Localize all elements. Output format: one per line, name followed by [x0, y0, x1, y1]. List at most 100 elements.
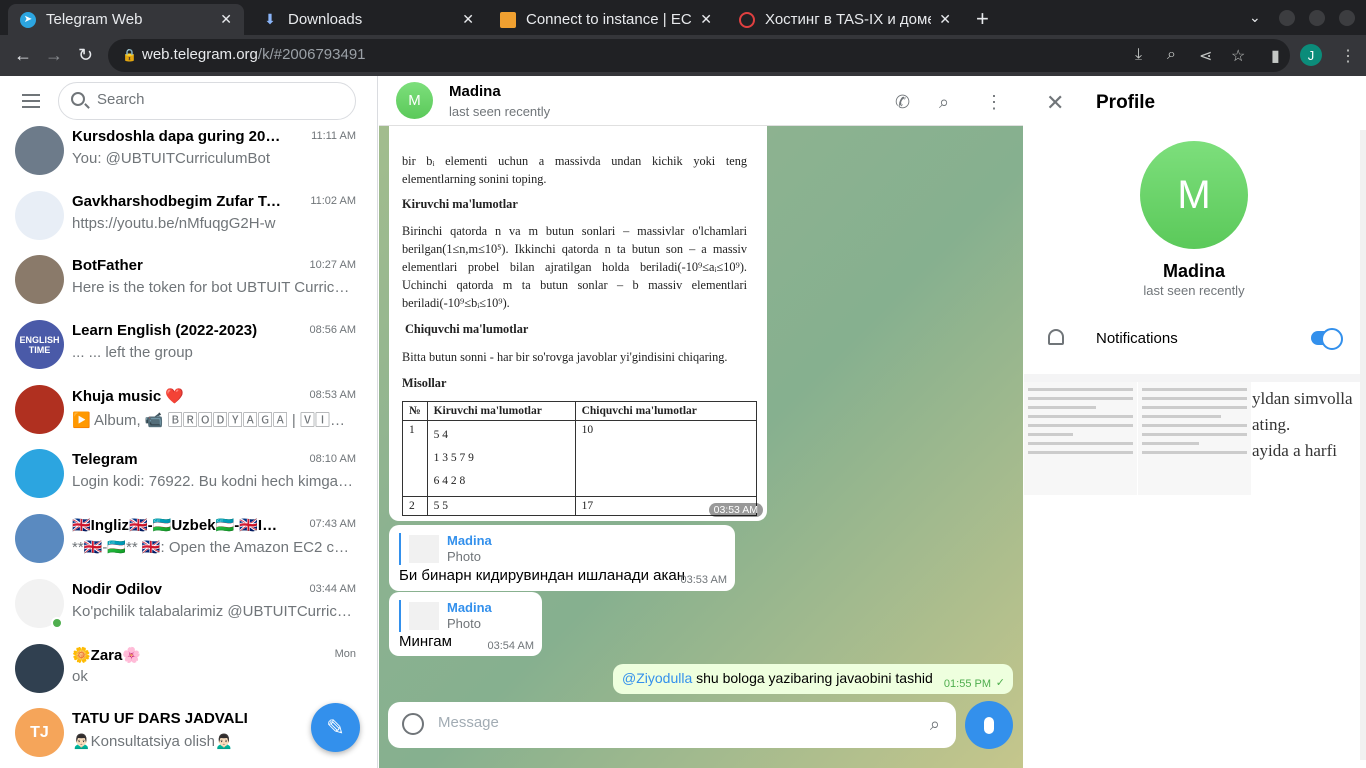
reply-preview[interactable]: Madina Photo: [399, 533, 492, 565]
profile-panel: ✕ Profile M Madina last seen recently No…: [1024, 76, 1366, 768]
chat-status: last seen recently: [449, 104, 551, 119]
window-close-button[interactable]: [1339, 10, 1355, 26]
chat-list-item[interactable]: 🌼Zara🌸 Mon ok: [0, 638, 377, 703]
forward-icon[interactable]: →: [45, 45, 63, 66]
chat-list-item[interactable]: 🇬🇧Ingliz🇬🇧-🇺🇿Uzbek🇺🇿-🇬🇧Ingliz... 07:43 AM…: [0, 508, 377, 573]
attach-icon[interactable]: ⌕: [930, 714, 940, 735]
reply-text: Photo: [447, 549, 481, 564]
chat-header[interactable]: M Madina last seen recently ✆ ⌕ ⋮: [379, 76, 1023, 126]
tab-telegram-web[interactable]: ➤ Telegram Web ✕: [8, 4, 244, 35]
chat-avatar[interactable]: [15, 514, 64, 564]
window-minimize-button[interactable]: [1279, 10, 1295, 26]
input-line: 5 4: [433, 429, 448, 441]
new-message-button[interactable]: ✎: [311, 703, 360, 752]
media-thumbnail[interactable]: [1138, 382, 1251, 495]
install-app-icon[interactable]: ⤓: [1135, 46, 1142, 64]
search-box[interactable]: [58, 82, 356, 120]
incoming-message[interactable]: Madina Photo Би бинарн кидирувиндан ишла…: [389, 525, 735, 591]
side-panel-icon[interactable]: ▮: [1271, 46, 1280, 66]
chat-avatar[interactable]: [15, 190, 64, 240]
emoji-icon[interactable]: [402, 713, 424, 735]
close-tab-icon[interactable]: ✕: [462, 11, 474, 28]
url-text[interactable]: web.telegram.org/k/#2006793491: [142, 46, 366, 63]
new-tab-button[interactable]: +: [976, 6, 989, 32]
search-input[interactable]: [97, 91, 337, 108]
chat-last-message: You: @UBTUITCurriculumBot: [72, 150, 271, 167]
message-input[interactable]: [438, 714, 898, 731]
microphone-icon: [984, 716, 994, 734]
chat-list-item[interactable]: Khuja music ❤️ 08:53 AM ▶️ Album, 📹 🄱🅁🄾🄳🅈🄰…: [0, 379, 377, 444]
chat-avatar[interactable]: M: [396, 82, 433, 119]
chat-list-item[interactable]: Kursdoshla dapa guring 202... 11:11 AM You…: [0, 120, 377, 185]
voice-record-button[interactable]: [965, 701, 1013, 749]
media-text: ating.: [1252, 415, 1291, 434]
lock-icon[interactable]: 🔒: [122, 48, 137, 62]
phone-icon[interactable]: ✆: [895, 92, 910, 113]
message-text: @Ziyodulla shu bologa yazibaring javaobi…: [622, 670, 933, 686]
address-bar[interactable]: 🔒 web.telegram.org/k/#2006793491: [108, 39, 1290, 72]
message-composer: ⌕: [388, 702, 956, 748]
chat-list-item[interactable]: Gavkharshodbegim Zufar Tura 11:02 AM https…: [0, 185, 377, 250]
bell-icon: [1048, 329, 1064, 345]
close-tab-icon[interactable]: ✕: [700, 11, 712, 28]
media-text: ayida a harfi: [1252, 441, 1337, 460]
chat-avatar[interactable]: ENGLISH TIME: [15, 320, 64, 370]
scrollbar[interactable]: [1360, 130, 1366, 760]
back-icon[interactable]: ←: [14, 45, 32, 66]
reply-preview[interactable]: Madina Photo: [399, 600, 492, 632]
window-maximize-button[interactable]: [1309, 10, 1325, 26]
tab-hosting[interactable]: Хостинг в TAS-IX и домен ✕: [727, 4, 963, 35]
table-cell: 1: [402, 420, 428, 497]
notifications-row[interactable]: Notifications: [1024, 321, 1364, 365]
download-icon: ⬇: [264, 11, 276, 27]
profile-avatar[interactable]: M: [1140, 141, 1248, 249]
chat-avatar[interactable]: TJ: [15, 708, 64, 758]
media-thumbnail[interactable]: yldan simvolla ating. ayida a harfi: [1252, 382, 1366, 495]
mention-link[interactable]: @Ziyodulla: [622, 670, 692, 686]
chat-list-sidebar: Kursdoshla dapa guring 202... 11:11 AM You…: [0, 76, 378, 768]
photo-message-document[interactable]: bir bᵢ elementi uchun a massivda undan k…: [389, 126, 767, 521]
media-thumbnail[interactable]: [1024, 382, 1137, 495]
chat-list-item[interactable]: Telegram 08:10 AM Login kodi: 76922. Bu ko…: [0, 443, 377, 508]
chat-list-item[interactable]: BotFather 10:27 AM Here is the token for b…: [0, 249, 377, 314]
profile-avatar[interactable]: J: [1300, 44, 1322, 66]
chat-time: Mon: [334, 647, 356, 660]
chat-avatar[interactable]: [15, 126, 64, 175]
close-icon[interactable]: ✕: [1046, 90, 1064, 116]
chat-list-item[interactable]: Nodir Odilov 03:44 AM Ko'pchilik talabalar…: [0, 573, 377, 638]
chat-title[interactable]: Madina: [449, 83, 501, 100]
chat-name: Kursdoshla dapa guring 202...: [72, 128, 282, 145]
bookmark-star-icon[interactable]: ☆: [1231, 46, 1245, 66]
tab-downloads[interactable]: ⬇ Downloads ✕: [250, 4, 486, 35]
zoom-icon[interactable]: ⌕: [1167, 46, 1176, 64]
more-options-icon[interactable]: ⋮: [985, 92, 1003, 113]
profile-status: last seen recently: [1143, 283, 1245, 298]
chat-avatar[interactable]: [15, 449, 64, 499]
reload-icon[interactable]: ↻: [78, 45, 93, 66]
incoming-message[interactable]: Madina Photo Мингам 03:54 AM: [389, 592, 542, 656]
tab-ec2[interactable]: Connect to instance | EC2 ✕: [488, 4, 724, 35]
chat-last-message: https://youtu.be/nMfuqgG2H-w: [72, 214, 276, 232]
hamburger-menu-icon[interactable]: [22, 94, 40, 112]
search-icon[interactable]: ⌕: [939, 92, 949, 113]
share-icon[interactable]: ⋖: [1199, 46, 1212, 66]
close-tab-icon[interactable]: ✕: [220, 11, 232, 28]
browser-tab-strip: ➤ Telegram Web ✕ ⬇ Downloads ✕ Connect t…: [0, 0, 1366, 35]
notifications-label: Notifications: [1096, 330, 1178, 347]
chat-avatar[interactable]: [15, 643, 64, 693]
close-tab-icon[interactable]: ✕: [939, 11, 951, 28]
chat-list-item[interactable]: ENGLISH TIME Learn English (2022-2023) 08:…: [0, 314, 377, 379]
table-cell: 10: [574, 420, 758, 497]
notifications-toggle[interactable]: [1311, 328, 1343, 350]
chat-avatar[interactable]: [15, 255, 64, 305]
chat-avatar[interactable]: [15, 384, 64, 434]
profile-name: Madina: [1162, 261, 1225, 281]
tab-search-icon[interactable]: ⌄: [1249, 9, 1261, 26]
outgoing-message[interactable]: @Ziyodulla shu bologa yazibaring javaobi…: [613, 664, 1013, 694]
reply-thumbnail: [409, 602, 439, 630]
browser-menu-icon[interactable]: ⋮: [1340, 46, 1356, 66]
chat-name: BotFather: [72, 257, 143, 275]
message-text: Мингам: [399, 633, 452, 650]
chat-time: 08:53 AM: [309, 388, 356, 401]
chat-name: Nodir Odilov: [72, 580, 162, 598]
